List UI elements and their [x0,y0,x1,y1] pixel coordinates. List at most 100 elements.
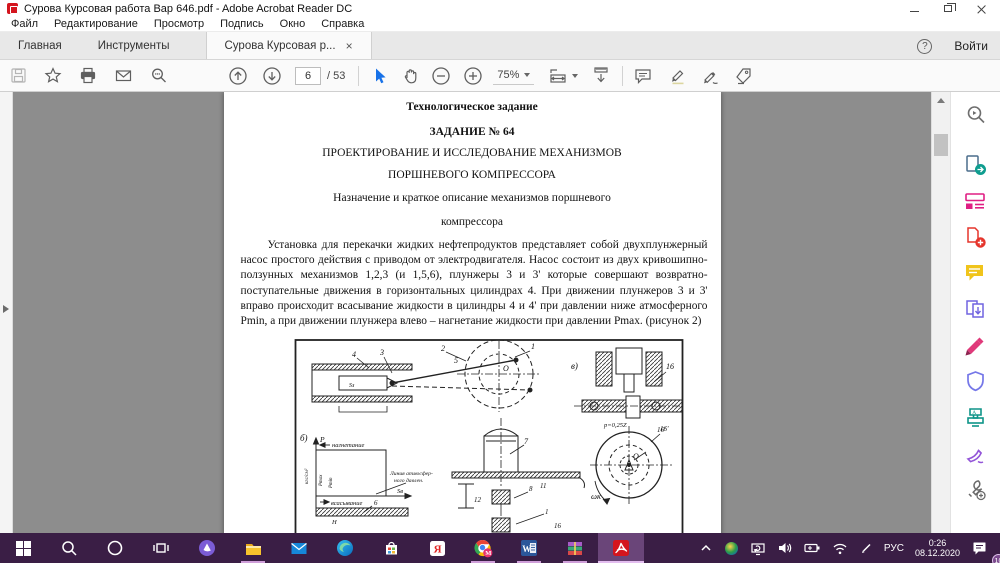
onedrive-tray-icon[interactable] [720,533,743,563]
protect-button[interactable] [964,370,988,393]
tab-home[interactable]: Главная [0,32,80,59]
svg-text:Я: Я [433,543,441,555]
fill-sign-button[interactable] [734,67,754,85]
navigation-pane-collapsed[interactable] [0,92,13,533]
doc-heading-1: Технологическое задание [406,101,538,113]
taskbar-search-button[interactable] [46,533,92,563]
clock[interactable]: 0:26 08.12.2020 [911,533,964,563]
start-button[interactable] [0,533,46,563]
tab-tools[interactable]: Инструменты [80,32,188,59]
figure-label-P: P [319,435,325,444]
task-view-button[interactable] [138,533,184,563]
tab-document[interactable]: Сурова Курсовая р... × [205,32,372,59]
print-button[interactable] [79,67,97,84]
more-tools-button[interactable] [964,478,988,501]
hidden-icons-button[interactable] [695,533,717,563]
menu-help[interactable]: Справка [313,18,372,30]
close-button[interactable] [976,3,988,15]
store-button[interactable] [368,533,414,563]
tab-close-icon[interactable]: × [346,40,353,52]
comment-button[interactable] [634,67,653,85]
find-button[interactable] [150,67,168,85]
display-tray-icon[interactable] [746,533,770,563]
restore-button[interactable] [942,3,956,15]
comment-tool-button[interactable] [964,262,988,285]
action-center-button[interactable]: 10 [967,533,1000,563]
acrobat-taskbar-button[interactable] [598,533,644,563]
figure-label-omega: ωк [591,491,602,501]
help-icon[interactable]: ? [917,38,933,54]
certificates-button[interactable] [964,442,988,465]
colored-ball-icon [724,541,738,555]
figure-label-1b: 1 [545,508,549,516]
select-tool-button[interactable] [371,67,388,85]
compress-pdf-button[interactable]: A [964,406,988,429]
fill-sign-tool-button[interactable] [964,334,988,357]
hand-tool-button[interactable] [401,67,419,85]
menu-edit[interactable]: Редактирование [46,18,146,30]
file-explorer-button[interactable] [230,533,276,563]
vertical-scrollbar[interactable] [931,92,950,533]
fit-width-button[interactable] [548,67,579,85]
menu-file[interactable]: Файл [3,18,46,30]
volume-tray-icon[interactable] [773,533,797,563]
cortana-button[interactable] [92,533,138,563]
email-button[interactable] [114,67,133,84]
windows-icon [15,540,31,556]
word-icon: W [521,540,537,556]
create-pdf-button[interactable] [964,226,988,249]
figure-label-1: 1 [531,342,535,351]
search-tool-button[interactable] [964,104,988,126]
certificates-pen-icon [966,449,984,464]
pen-tray-icon[interactable] [855,533,877,563]
shield-icon [967,371,984,392]
mail-button[interactable] [276,533,322,563]
save-button[interactable] [10,67,27,84]
star-button[interactable] [44,67,62,84]
acrobat-icon [613,540,629,556]
power-tray-icon[interactable] [800,533,825,563]
wifi-tray-icon[interactable] [828,533,852,563]
winrar-button[interactable] [552,533,598,563]
edge-button[interactable] [322,533,368,563]
window-title: Сурова Курсовая работа Вар 646.pdf - Ado… [24,2,353,15]
export-pdf-button[interactable] [964,154,988,177]
signin-button[interactable]: Войти [954,39,988,53]
wrench-plus-icon [968,480,986,501]
combine-files-button[interactable] [964,298,988,321]
sign-button[interactable] [701,67,721,85]
yandex-browser-button[interactable]: Я [414,533,460,563]
scroll-mode-button[interactable] [591,66,611,85]
organize-pages-button[interactable] [964,190,988,213]
scroll-up-icon[interactable] [937,98,945,103]
highlight-button[interactable] [669,67,688,85]
hand-icon [405,68,417,83]
figure-label-12: 12 [474,496,482,504]
tab-document-label: Сурова Курсовая р... [224,39,336,52]
pinned-app-button[interactable] [184,533,230,563]
word-button[interactable]: W [506,533,552,563]
next-page-button[interactable] [262,66,282,86]
menu-sign[interactable]: Подпись [212,18,272,30]
zoom-level-select[interactable]: 75% [493,67,535,85]
figure-label-16: 16 [666,362,674,371]
expand-pane-icon[interactable] [3,305,9,313]
document-area[interactable]: Технологическое задание ЗАДАНИЕ № 64 ПРО… [13,92,931,533]
zoom-in-button[interactable] [463,66,483,86]
scrollbar-thumb[interactable] [934,134,948,156]
minimize-button[interactable] [908,3,920,15]
scroll-mode-icon [594,67,608,83]
menu-bar: Файл Редактирование Просмотр Подпись Окн… [0,17,1000,32]
task-view-icon [153,543,169,553]
menu-view[interactable]: Просмотр [146,18,212,30]
chevron-down-icon [524,72,531,77]
previous-page-button[interactable] [228,66,248,86]
figure-label-atm1: Линия атмосфер- [389,470,433,477]
cortana-icon [107,540,123,556]
search-icon [967,106,985,124]
language-indicator[interactable]: РУС [880,533,908,563]
zoom-out-button[interactable] [431,66,451,86]
chrome-gmail-button[interactable]: M [460,533,506,563]
page-number-input[interactable] [295,66,321,85]
menu-window[interactable]: Окно [272,18,314,30]
